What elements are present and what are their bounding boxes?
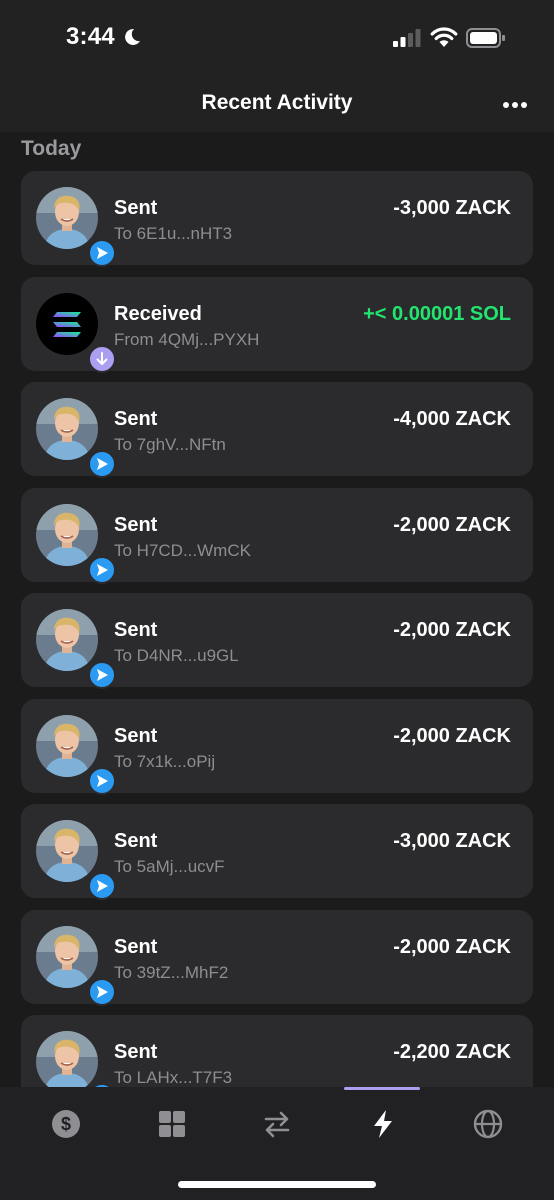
transaction-amount: -3,000 ZACK xyxy=(393,830,511,852)
arrow-down-icon xyxy=(96,352,108,365)
received-badge xyxy=(88,345,116,373)
user-avatar-icon xyxy=(36,504,98,566)
transaction-item[interactable]: Sent To 5aMj...ucvF -3,000 ZACK xyxy=(21,804,533,900)
transaction-item[interactable]: Sent To H7CD...WmCK -2,000 ZACK xyxy=(21,488,533,584)
transaction-amount: -2,000 ZACK xyxy=(393,619,511,641)
swap-icon xyxy=(264,1111,290,1138)
transaction-amount: +< 0.00001 SOL xyxy=(363,303,511,325)
user-avatar-icon xyxy=(36,715,98,777)
transaction-counterparty: To 39tZ...MhF2 xyxy=(114,963,229,982)
transaction-counterparty: To LAHx...T7F3 xyxy=(114,1068,233,1087)
send-arrow-icon xyxy=(97,986,108,998)
send-arrow-icon xyxy=(97,247,108,259)
send-arrow-icon xyxy=(97,564,108,576)
avatar xyxy=(36,293,116,373)
sent-badge xyxy=(88,978,116,1006)
transaction-item[interactable]: Sent To LAHx...T7F3 -2,200 ZACK xyxy=(21,1015,533,1087)
transaction-type: Sent xyxy=(114,936,158,958)
sent-badge xyxy=(88,872,116,900)
status-bar: 3:44 xyxy=(0,0,554,74)
transaction-counterparty: To D4NR...u9GL xyxy=(114,646,239,665)
transaction-amount: -4,000 ZACK xyxy=(393,408,511,430)
tab-collectibles[interactable] xyxy=(117,1087,227,1162)
sent-badge xyxy=(88,661,116,689)
transaction-item[interactable]: Sent To D4NR...u9GL -2,000 ZACK xyxy=(21,593,533,689)
lightning-icon xyxy=(374,1110,392,1138)
transaction-amount: -2,000 ZACK xyxy=(393,725,511,747)
avatar xyxy=(36,926,116,1006)
transaction-counterparty: To 7x1k...oPij xyxy=(114,752,216,771)
wifi-icon xyxy=(430,27,458,47)
transaction-type: Sent xyxy=(114,1041,158,1063)
transaction-counterparty: To H7CD...WmCK xyxy=(114,541,251,560)
transaction-type: Sent xyxy=(114,408,158,430)
transaction-counterparty: From 4QMj...PYXH xyxy=(114,330,260,349)
sent-badge xyxy=(88,239,116,267)
transaction-item[interactable]: Sent To 6E1u...nHT3 -3,000 ZACK xyxy=(21,171,533,267)
avatar xyxy=(36,1031,116,1087)
home-indicator[interactable] xyxy=(178,1181,376,1188)
transaction-counterparty: To 5aMj...ucvF xyxy=(114,857,225,876)
sent-badge xyxy=(88,450,116,478)
user-avatar-icon xyxy=(36,398,98,460)
transaction-counterparty: To 6E1u...nHT3 xyxy=(114,224,233,243)
section-label-today: Today xyxy=(21,137,82,160)
user-avatar-icon xyxy=(36,609,98,671)
status-time: 3:44 xyxy=(66,23,115,50)
transaction-amount: -2,200 ZACK xyxy=(393,1041,511,1063)
transaction-amount: -2,000 ZACK xyxy=(393,514,511,536)
transaction-type: Sent xyxy=(114,725,158,747)
transaction-item[interactable]: Sent To 39tZ...MhF2 -2,000 ZACK xyxy=(21,910,533,1006)
send-arrow-icon xyxy=(97,880,108,892)
page-title: Recent Activity xyxy=(201,91,353,114)
transaction-type: Sent xyxy=(114,830,158,852)
send-arrow-icon xyxy=(97,775,108,787)
activity-list[interactable]: Today Sent To 6E1u...nHT3 -3,000 ZACK Re… xyxy=(0,132,554,1087)
tab-swap[interactable] xyxy=(222,1087,332,1162)
avatar xyxy=(36,504,116,584)
user-avatar-icon xyxy=(36,926,98,988)
user-avatar-icon xyxy=(36,1031,98,1087)
user-avatar-icon xyxy=(36,820,98,882)
avatar xyxy=(36,187,116,267)
avatar xyxy=(36,398,116,478)
avatar xyxy=(36,715,116,795)
user-avatar-icon xyxy=(36,187,98,249)
transaction-type: Sent xyxy=(114,197,158,219)
sent-badge xyxy=(88,556,116,584)
avatar xyxy=(36,609,116,689)
send-arrow-icon xyxy=(97,458,108,470)
more-options-icon[interactable] xyxy=(498,90,532,120)
sent-badge xyxy=(88,767,116,795)
active-tab-indicator xyxy=(344,1087,420,1090)
grid-icon xyxy=(159,1111,185,1137)
dollar-icon: $ xyxy=(52,1110,80,1138)
transaction-item[interactable]: Received From 4QMj...PYXH +< 0.00001 SOL xyxy=(21,277,533,373)
tab-wallet[interactable]: $ xyxy=(11,1087,121,1162)
transaction-item[interactable]: Sent To 7ghV...NFtn -4,000 ZACK xyxy=(21,382,533,478)
navigation-header: Recent Activity xyxy=(0,74,554,132)
send-arrow-icon xyxy=(97,669,108,681)
tab-activity[interactable] xyxy=(328,1087,438,1162)
avatar xyxy=(36,820,116,900)
moon-icon xyxy=(125,28,140,45)
solana-logo-icon xyxy=(36,293,98,355)
transaction-amount: -3,000 ZACK xyxy=(393,197,511,219)
transaction-type: Sent xyxy=(114,514,158,536)
transaction-counterparty: To 7ghV...NFtn xyxy=(114,435,226,454)
svg-text:$: $ xyxy=(61,1114,71,1134)
transaction-type: Received xyxy=(114,303,202,325)
tab-explore[interactable] xyxy=(433,1087,543,1162)
transaction-type: Sent xyxy=(114,619,158,641)
globe-icon xyxy=(473,1109,503,1139)
cellular-signal-icon xyxy=(393,29,421,47)
battery-icon xyxy=(466,28,505,48)
transaction-item[interactable]: Sent To 7x1k...oPij -2,000 ZACK xyxy=(21,699,533,795)
transaction-amount: -2,000 ZACK xyxy=(393,936,511,958)
